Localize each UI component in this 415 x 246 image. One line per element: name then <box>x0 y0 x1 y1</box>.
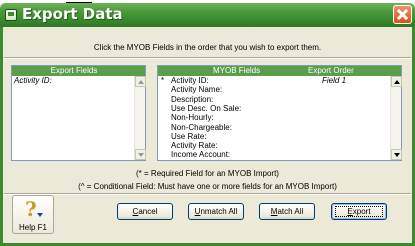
required-note: (* = Required Field for an MYOB Import) <box>136 169 279 178</box>
help-question-icon: ? <box>25 197 37 221</box>
export-button[interactable]: Export <box>331 203 387 220</box>
unmatch-all-button[interactable]: Unmatch All <box>188 203 244 220</box>
scroll-down-button[interactable] <box>135 149 146 160</box>
help-label: Help F1 <box>18 223 47 232</box>
cancel-label: ancel <box>138 207 158 216</box>
export-fields-body: Activity ID: <box>12 76 145 160</box>
conditional-note: (^ = Conditional Field: Must have one or… <box>78 182 337 191</box>
export-fields-header: Export Fields <box>12 66 145 76</box>
focus-rect <box>335 206 383 217</box>
export-field-item[interactable]: Activity ID: <box>14 76 52 86</box>
match-all-button[interactable]: Match All <box>259 203 315 220</box>
window-title: Export Data <box>22 5 123 23</box>
myob-field-label: Income Account: <box>171 150 231 160</box>
help-button[interactable]: ? Help F1 <box>12 195 54 234</box>
myob-fields-body: * Activity ID: Field 1 Activity Name: Descri… <box>158 76 401 160</box>
myob-fields-scrollbar[interactable] <box>390 76 402 160</box>
myob-fields-header: MYOB Fields Export Order <box>158 66 401 76</box>
chevron-down-icon <box>394 153 400 157</box>
close-icon[interactable] <box>393 5 412 24</box>
export-fields-header-label: Export Fields <box>50 66 98 75</box>
myob-fields-list[interactable]: MYOB Fields Export Order * Activity ID: Fi… <box>157 65 402 161</box>
export-fields-scrollbar[interactable] <box>134 76 146 160</box>
instruction-text: Click the MYOB Fields in the order that … <box>93 43 322 52</box>
scroll-down-button[interactable] <box>391 149 402 160</box>
cancel-button[interactable]: Cancel <box>117 203 173 220</box>
unmatch-all-label: nmatch All <box>200 207 238 216</box>
scroll-up-button[interactable] <box>391 76 402 87</box>
scroll-up-button[interactable] <box>135 76 146 87</box>
export-fields-list[interactable]: Export Fields Activity ID: <box>11 65 146 161</box>
title-bar[interactable]: Export Data <box>0 3 415 27</box>
myob-fields-header-label: MYOB Fields <box>213 66 261 75</box>
myob-field-row[interactable]: Income Account: <box>158 150 390 160</box>
chevron-up-icon <box>138 80 144 84</box>
chevron-up-icon <box>394 80 400 84</box>
match-all-label: atch All <box>277 207 304 216</box>
separator-bottom <box>4 193 411 195</box>
separator-top <box>4 57 411 59</box>
chevron-down-icon <box>138 153 144 157</box>
app-window-icon <box>5 9 17 21</box>
help-dropdown-icon <box>37 213 43 217</box>
export-order-header-label: Export Order <box>308 66 354 75</box>
